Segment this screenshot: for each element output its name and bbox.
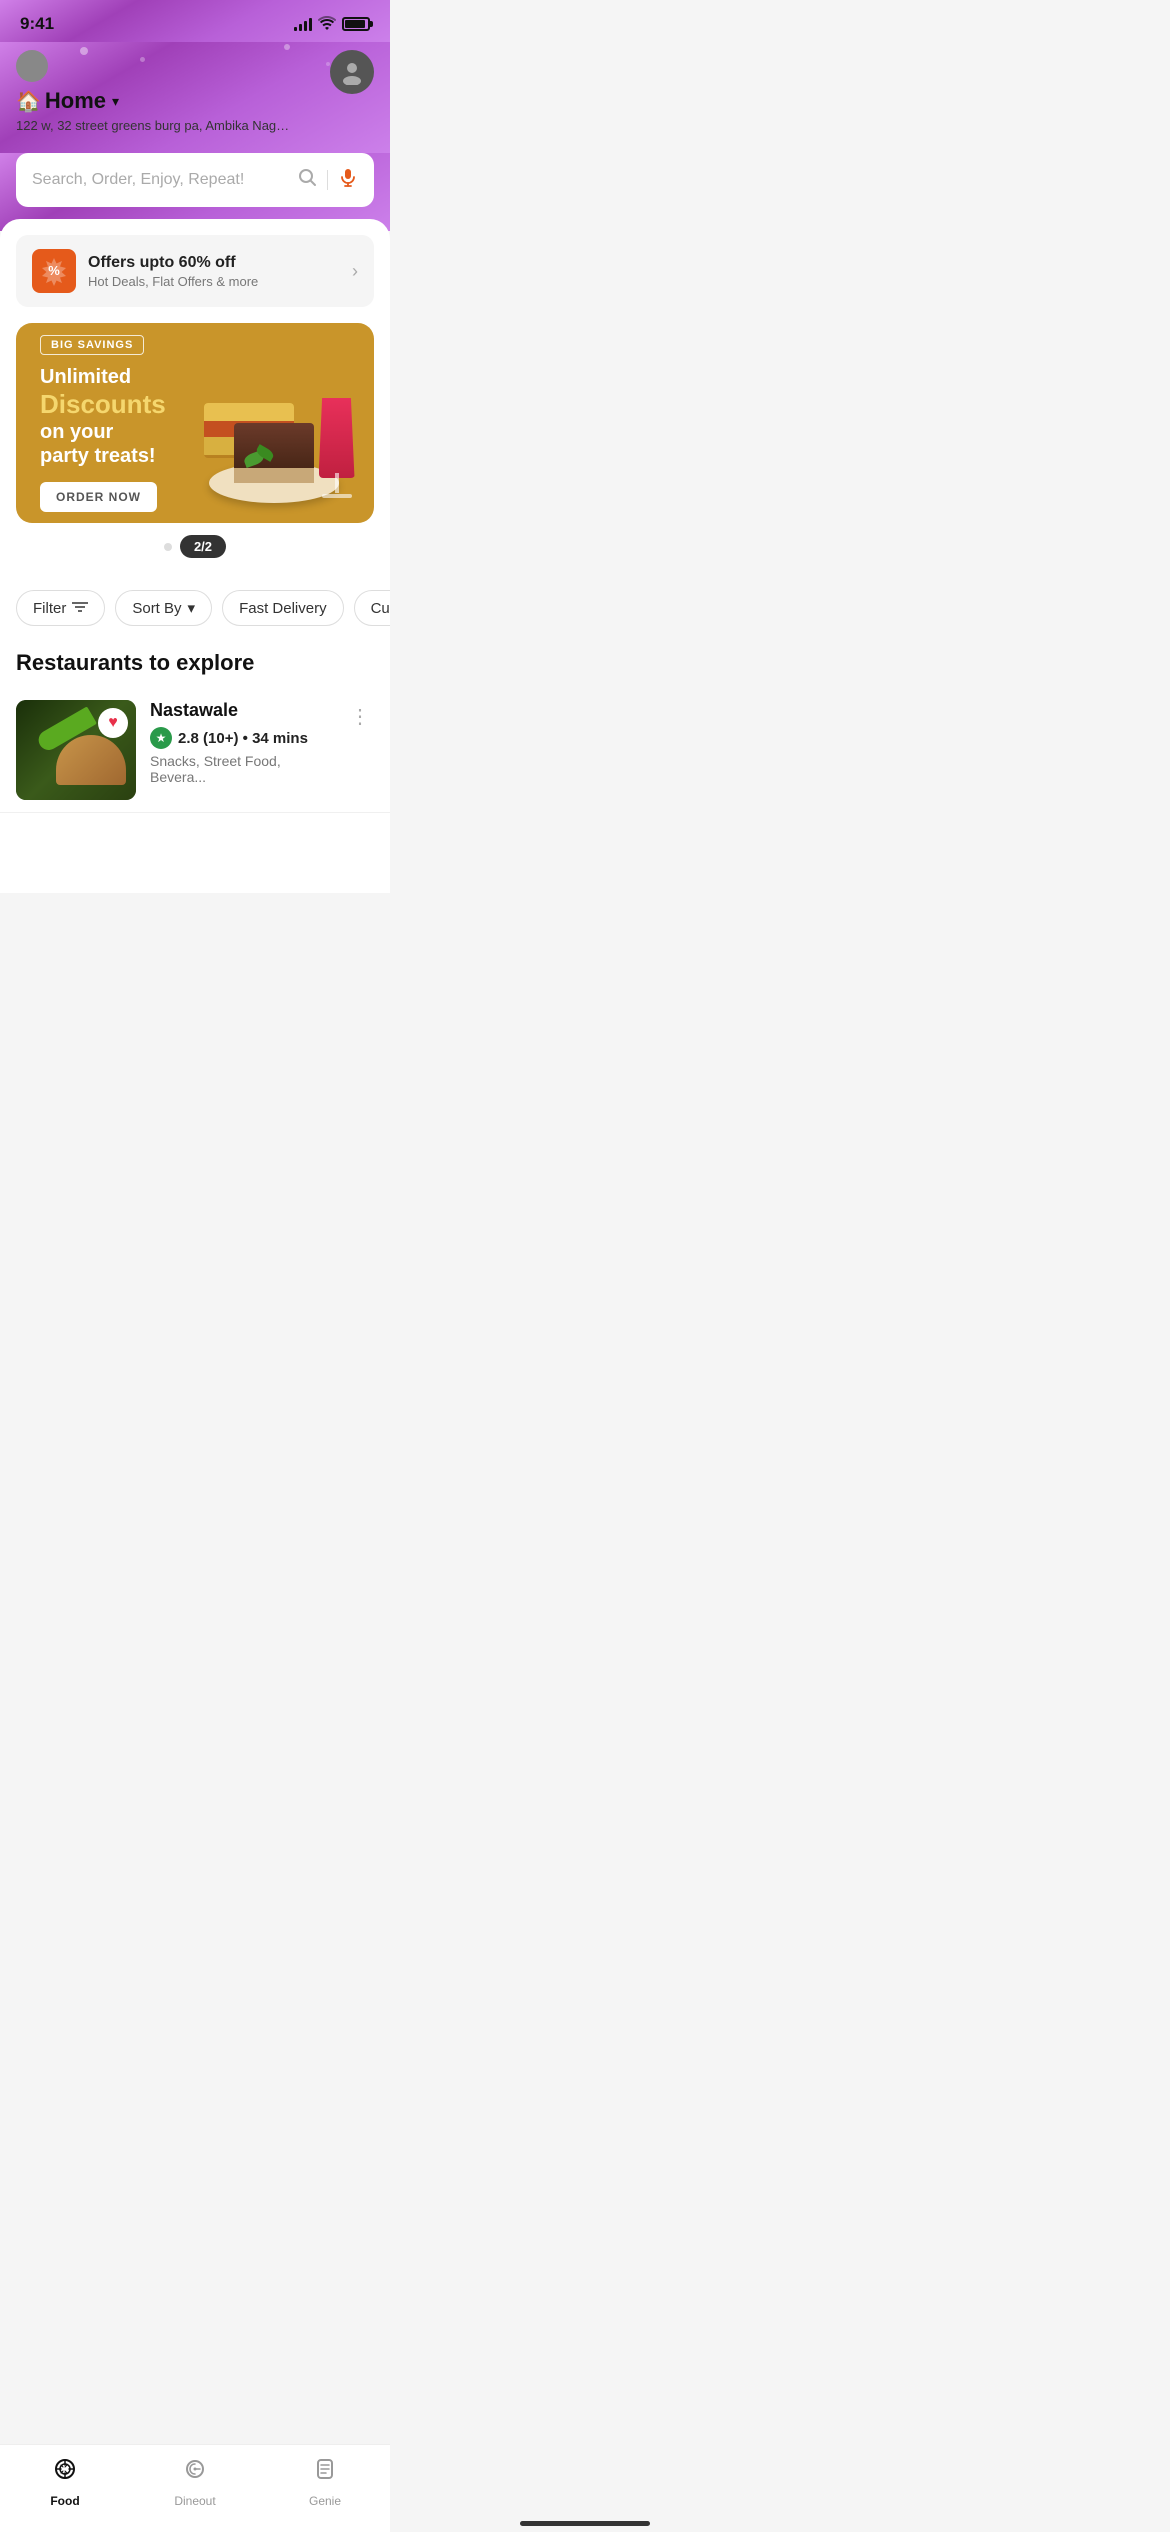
offers-text: Offers upto 60% off Hot Deals, Flat Offe… (88, 254, 340, 289)
home-indicator (520, 2521, 650, 2526)
rating-row: ★ 2.8 (10+) • 34 mins (150, 727, 332, 749)
location-label: Home (45, 88, 106, 114)
profile-small-avatar (16, 50, 48, 82)
sort-by-label: Sort By (132, 600, 181, 617)
status-icons (294, 16, 370, 33)
carousel-dot-active[interactable]: 2/2 (180, 535, 226, 558)
wifi-icon (318, 16, 336, 33)
filter-chip[interactable]: Filter (16, 590, 105, 626)
food-nav-label: Food (50, 2494, 79, 2508)
restaurant-item[interactable]: ♥ Nastawale ★ 2.8 (10+) • 34 mins Snacks… (0, 688, 390, 813)
fast-delivery-label: Fast Delivery (239, 600, 327, 617)
header: 🏠 Home ▾ 122 w, 32 street greens burg pa… (0, 42, 390, 153)
carousel-wrapper: BIG SAVINGS Unlimited Discounts on your … (0, 323, 390, 523)
status-bar: 9:41 (0, 0, 390, 42)
nav-food[interactable]: Food (0, 2455, 130, 2508)
header-top: 🏠 Home ▾ 122 w, 32 street greens burg pa… (16, 50, 374, 133)
location-chevron[interactable]: ▾ (112, 93, 119, 110)
offers-subtitle: Hot Deals, Flat Offers & more (88, 274, 340, 289)
filter-label: Filter (33, 600, 66, 617)
mic-icon[interactable] (338, 167, 358, 193)
cuisines-label: Cuisines (371, 600, 390, 617)
battery-icon (342, 17, 370, 31)
signal-icon (294, 17, 312, 31)
offers-banner[interactable]: % Offers upto 60% off Hot Deals, Flat Of… (16, 235, 374, 307)
carousel-dot-1[interactable] (164, 543, 172, 551)
carousel-line2: on your (40, 420, 350, 444)
filter-icon (72, 600, 88, 617)
offers-icon: % (32, 249, 76, 293)
rating-star-icon: ★ (150, 727, 172, 749)
dineout-nav-icon (181, 2455, 209, 2490)
order-now-button[interactable]: ORDER NOW (40, 482, 157, 512)
more-options-button[interactable]: ⋮ (346, 700, 374, 733)
genie-nav-label: Genie (309, 2494, 341, 2508)
carousel-line1: Unlimited (40, 365, 350, 389)
food-nav-icon (51, 2455, 79, 2490)
carousel-line3: party treats! (40, 444, 350, 468)
search-bar[interactable]: Search, Order, Enjoy, Repeat! (16, 153, 374, 207)
favorite-button[interactable]: ♥ (98, 708, 128, 738)
cuisine-text: Snacks, Street Food, Bevera... (150, 753, 332, 785)
carousel-text: BIG SAVINGS Unlimited Discounts on your … (40, 335, 350, 512)
offers-title: Offers upto 60% off (88, 254, 340, 272)
fast-delivery-chip[interactable]: Fast Delivery (222, 590, 344, 626)
rating-text: 2.8 (10+) • 34 mins (178, 730, 308, 747)
restaurant-image-wrap: ♥ (16, 700, 136, 800)
bottom-spacer (0, 813, 390, 893)
filters-row: Filter Sort By ▾ Fast Delivery Cuisines … (0, 582, 390, 642)
search-icon[interactable] (297, 167, 317, 193)
section-title: Restaurants to explore (0, 642, 390, 688)
offers-chevron: › (352, 261, 358, 282)
carousel-dots: 2/2 (0, 523, 390, 570)
user-avatar[interactable] (330, 50, 374, 94)
restaurant-name: Nastawale (150, 700, 332, 721)
dineout-nav-label: Dineout (174, 2494, 215, 2508)
sort-chevron-icon: ▾ (188, 599, 196, 617)
search-divider (327, 170, 328, 190)
bottom-nav: Food Dineout Genie (0, 2444, 390, 2532)
nav-dineout[interactable]: Dineout (130, 2455, 260, 2508)
restaurant-info: Nastawale ★ 2.8 (10+) • 34 mins Snacks, … (150, 700, 332, 785)
location-section[interactable]: 🏠 Home ▾ 122 w, 32 street greens burg pa… (16, 50, 296, 133)
search-placeholder: Search, Order, Enjoy, Repeat! (32, 171, 287, 189)
carousel-card[interactable]: BIG SAVINGS Unlimited Discounts on your … (16, 323, 374, 523)
status-time: 9:41 (20, 14, 54, 34)
carousel-highlight: Discounts (40, 389, 350, 420)
big-savings-badge: BIG SAVINGS (40, 335, 144, 355)
location-row[interactable]: 🏠 Home ▾ (16, 88, 296, 114)
main-content: % Offers upto 60% off Hot Deals, Flat Of… (0, 219, 390, 893)
carousel-section: BIG SAVINGS Unlimited Discounts on your … (0, 323, 390, 582)
location-address: 122 w, 32 street greens burg pa, Ambika … (16, 118, 296, 133)
cuisines-chip[interactable]: Cuisines › (354, 590, 390, 626)
genie-nav-icon (311, 2455, 339, 2490)
nav-genie[interactable]: Genie (260, 2455, 390, 2508)
home-icon: 🏠 (16, 89, 41, 114)
sort-by-chip[interactable]: Sort By ▾ (115, 590, 212, 626)
svg-text:%: % (48, 263, 60, 278)
